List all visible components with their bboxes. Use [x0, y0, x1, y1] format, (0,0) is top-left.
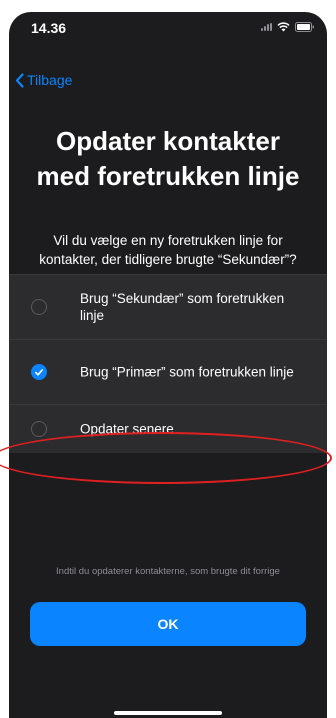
- status-time: 14.36: [31, 20, 67, 36]
- option-label: Opdater senere: [80, 421, 174, 437]
- option-secondary[interactable]: Brug “Sekundær” som foretrukken linje: [9, 274, 327, 339]
- page-title: Opdater kontakter med foretrukken linje: [36, 126, 300, 191]
- wifi-icon: [277, 22, 290, 32]
- option-update-later[interactable]: Opdater senere: [9, 404, 327, 453]
- battery-icon: [295, 22, 315, 32]
- radio-unchecked-icon[interactable]: [31, 299, 47, 315]
- status-bar: 14.36: [9, 12, 327, 46]
- signal-icon: [261, 23, 272, 31]
- option-primary[interactable]: Brug “Primær” som foretrukken linje: [9, 339, 327, 404]
- option-label: Brug “Sekundær” som foretrukken linje: [80, 291, 285, 323]
- home-indicator[interactable]: [114, 711, 222, 715]
- footnote: Indtil du opdaterer kontakterne, som bru…: [56, 566, 280, 577]
- option-label: Brug “Primær” som foretrukken linje: [80, 364, 294, 380]
- page-subtitle: Vil du vælge en ny foretrukken linje for…: [39, 233, 297, 267]
- ok-button[interactable]: OK: [30, 602, 306, 646]
- back-button[interactable]: Tilbage: [15, 72, 72, 88]
- status-icons: [261, 22, 315, 32]
- radio-checked-icon[interactable]: [31, 364, 47, 380]
- options-list: Brug “Sekundær” som foretrukken linje Br…: [9, 274, 327, 453]
- phone-screen: 14.36 Tilbage Opdater kontakter med fore…: [9, 12, 327, 718]
- back-label: Tilbage: [27, 72, 73, 88]
- radio-unchecked-icon[interactable]: [31, 421, 47, 437]
- chevron-left-icon: [15, 72, 24, 88]
